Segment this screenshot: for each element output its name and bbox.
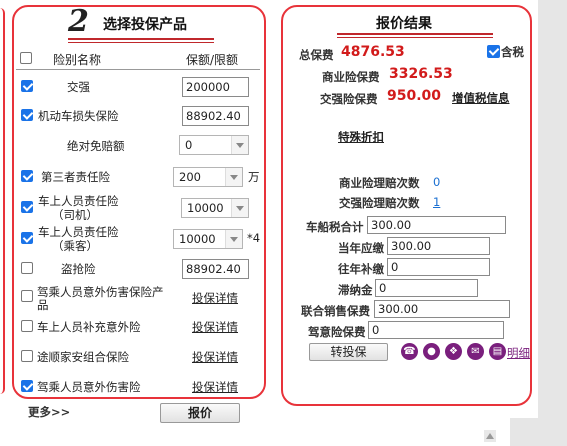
chevron-down-icon — [225, 168, 242, 186]
vat-info-link[interactable]: 增值税信息 — [452, 90, 510, 106]
passenger-liability-select[interactable]: 10000 — [173, 229, 243, 249]
share-icon[interactable]: ❖ — [445, 343, 462, 360]
deductible-value: 0 — [185, 138, 193, 152]
theft-label: 盗抢险 — [61, 262, 96, 276]
chevron-down-icon — [231, 199, 248, 217]
theft-checkbox[interactable] — [21, 262, 33, 274]
past-years-back-tax-input[interactable]: 0 — [387, 258, 490, 276]
total-premium-label: 总保费 — [299, 48, 334, 62]
accident-product-checkbox[interactable] — [21, 290, 33, 302]
mail-icon[interactable]: ✉ — [467, 343, 484, 360]
vehicle-damage-checkbox[interactable] — [21, 109, 33, 121]
result-title-underline-thin — [337, 37, 493, 38]
compulsory-claims-label: 交强险理赔次数 — [339, 196, 420, 210]
joint-sales-premium-label: 联合销售保费 — [301, 304, 370, 318]
title-underline-thin — [68, 42, 214, 43]
vehicle-damage-amount[interactable]: 88902.40 — [182, 106, 249, 126]
driver-accident-premium-input[interactable]: 0 — [368, 321, 504, 339]
select-all-checkbox[interactable] — [20, 52, 32, 64]
third-party-checkbox[interactable] — [21, 170, 33, 182]
compulsory-premium-label: 交强险保费 — [320, 92, 378, 106]
accident-product-details-link[interactable]: 投保详情 — [192, 290, 238, 306]
column-header-amount: 保额/限额 — [186, 53, 239, 67]
panel-title: 选择投保产品 — [103, 17, 187, 33]
compulsory-insurance-label: 交强 — [67, 80, 90, 94]
passenger-liability-sublabel: （乘客） — [52, 239, 98, 253]
current-year-due-input[interactable]: 300.00 — [387, 237, 490, 255]
driver-accident-details-link[interactable]: 投保详情 — [192, 379, 238, 395]
passenger-liability-checkbox[interactable] — [21, 232, 33, 244]
scroll-up-arrow-icon[interactable] — [484, 430, 496, 442]
current-year-due-label: 当年应缴 — [338, 241, 384, 255]
family-combo-checkbox[interactable] — [21, 350, 33, 362]
column-header-name: 险别名称 — [53, 53, 102, 67]
commercial-premium-label: 商业险保费 — [322, 70, 380, 84]
driver-liability-checkbox[interactable] — [21, 201, 33, 213]
left-edge-panel-border — [0, 8, 5, 394]
driver-accident-label: 驾乘人员意外伤害险 — [37, 380, 141, 394]
tax-included-checkbox[interactable] — [487, 45, 500, 58]
total-premium-value: 4876.53 — [341, 44, 405, 60]
late-fee-input[interactable]: 0 — [375, 279, 478, 297]
transfer-button[interactable]: 转投保 — [309, 343, 388, 361]
driver-liability-sublabel: （司机） — [52, 208, 98, 222]
compulsory-claims-link[interactable]: 1 — [433, 195, 440, 209]
vehicle-damage-label: 机动车损失保险 — [38, 109, 119, 123]
special-discount-link[interactable]: 特殊折扣 — [338, 129, 384, 145]
bottom-right-strip — [510, 418, 538, 446]
details-link[interactable]: 明细 — [507, 345, 530, 361]
more-link[interactable]: 更多>> — [28, 404, 70, 420]
chevron-down-icon — [231, 136, 248, 154]
third-party-select[interactable]: 200 — [173, 167, 243, 187]
vessel-tax-total-label: 车船税合计 — [306, 220, 364, 234]
accident-product-label: 驾乘人员意外伤害保险产 — [37, 285, 164, 299]
passenger-liability-value: 10000 — [179, 232, 216, 246]
driver-liability-select[interactable]: 10000 — [181, 198, 249, 218]
print-icon[interactable]: ▤ — [489, 343, 506, 360]
step-number: 2 — [68, 4, 89, 39]
family-combo-details-link[interactable]: 投保详情 — [192, 349, 238, 365]
tax-included-label: 含税 — [501, 45, 524, 59]
title-underline — [68, 38, 214, 40]
family-combo-label: 途顺家安组合保险 — [37, 350, 129, 364]
deductible-select[interactable]: 0 — [179, 135, 249, 155]
past-years-back-tax-label: 往年补缴 — [338, 262, 384, 276]
joint-sales-premium-input[interactable]: 300.00 — [374, 300, 510, 318]
right-scrollbar-track[interactable] — [538, 0, 567, 446]
result-title: 报价结果 — [376, 16, 432, 32]
compulsory-premium-value: 950.00 — [387, 88, 442, 104]
compulsory-insurance-amount[interactable]: 200000 — [182, 77, 249, 97]
result-title-underline — [337, 33, 493, 35]
chat-icon[interactable]: ● — [423, 343, 440, 360]
commercial-premium-value: 3326.53 — [389, 66, 453, 82]
third-party-value: 200 — [179, 170, 201, 184]
third-party-label: 第三者责任险 — [41, 170, 110, 184]
supplementary-accident-checkbox[interactable] — [21, 320, 33, 332]
quote-button[interactable]: 报价 — [160, 403, 240, 423]
deductible-label: 绝对免赔额 — [67, 139, 125, 153]
driver-accident-checkbox[interactable] — [21, 380, 33, 392]
accident-product-label-cont: 品 — [37, 298, 49, 312]
driver-accident-premium-label: 驾意险保费 — [308, 325, 366, 339]
header-divider — [16, 69, 260, 70]
supplementary-accident-details-link[interactable]: 投保详情 — [192, 319, 238, 335]
vessel-tax-total-input[interactable]: 300.00 — [367, 216, 506, 234]
third-party-unit: 万 — [248, 170, 260, 184]
passenger-count-suffix: *4 — [247, 231, 261, 245]
late-fee-label: 滞纳金 — [338, 283, 373, 297]
compulsory-insurance-checkbox[interactable] — [21, 80, 33, 92]
commercial-claims-value: 0 — [433, 175, 441, 189]
driver-liability-value: 10000 — [187, 201, 224, 215]
commercial-claims-label: 商业险理赔次数 — [339, 176, 420, 190]
theft-amount[interactable]: 88902.40 — [182, 259, 249, 279]
supplementary-accident-label: 车上人员补充意外险 — [37, 320, 141, 334]
chevron-down-icon — [225, 230, 242, 248]
phone-icon[interactable]: ☎ — [401, 343, 418, 360]
